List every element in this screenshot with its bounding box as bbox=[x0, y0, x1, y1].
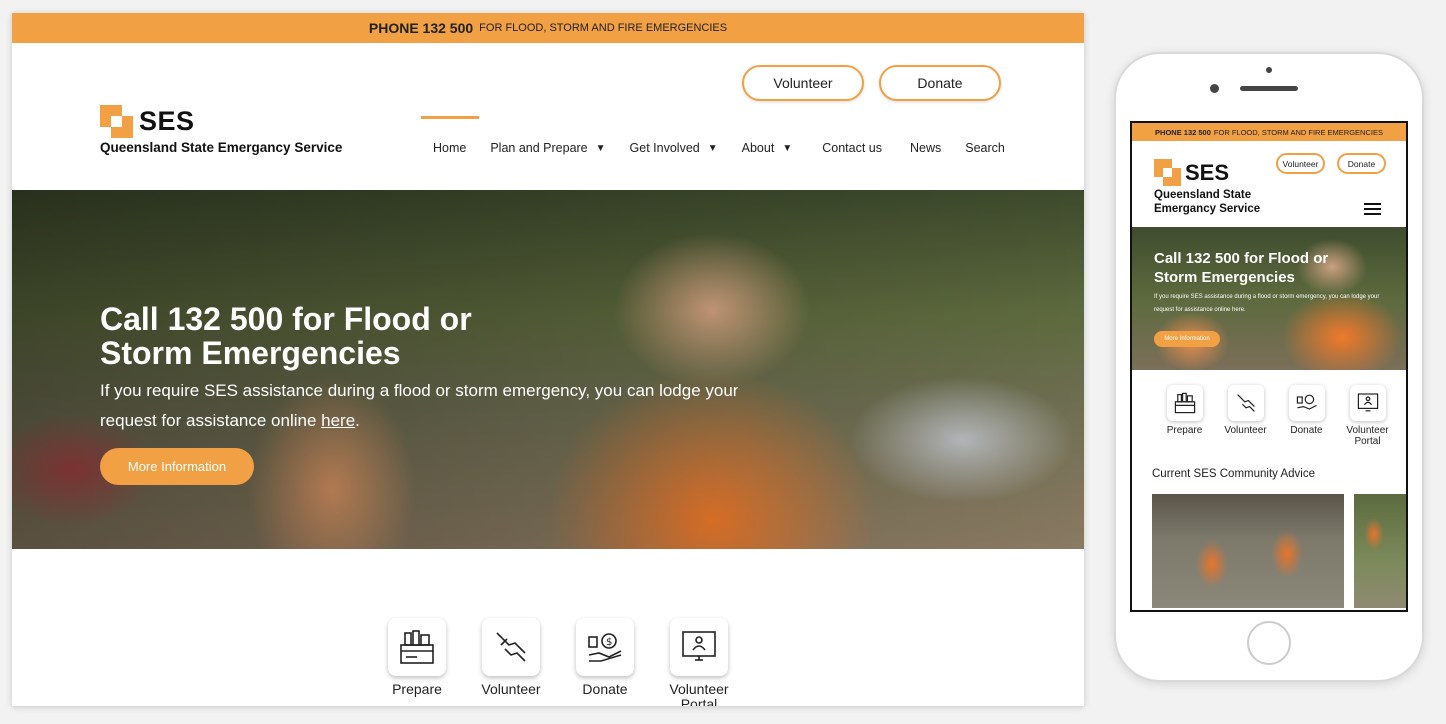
checker-logo-icon bbox=[1154, 159, 1181, 186]
caret-down-icon: ▼ bbox=[595, 142, 606, 154]
mobile-quick-link-prepare[interactable]: Prepare bbox=[1154, 385, 1215, 447]
logo-title: SES bbox=[139, 106, 195, 136]
site-logo[interactable]: SES Queensland State Emergancy Service bbox=[100, 105, 342, 155]
toolbox-icon bbox=[388, 618, 446, 676]
mobile-quick-link-label: Volunteer Portal bbox=[1346, 425, 1389, 447]
nav-home-label: Home bbox=[433, 141, 467, 155]
nav-contact-label: Contact us bbox=[822, 141, 882, 155]
mobile-quick-link-label: Donate bbox=[1290, 425, 1323, 436]
desktop-view: PHONE 132 500 FOR FLOOD, STORM AND FIRE … bbox=[12, 13, 1084, 706]
hero-here-link[interactable]: here bbox=[321, 411, 355, 430]
mobile-more-information-button[interactable]: More Information bbox=[1154, 331, 1220, 347]
nav-news-label: News bbox=[909, 141, 942, 155]
more-information-button[interactable]: More Information bbox=[100, 448, 254, 485]
quick-link-label: Volunteer Portal bbox=[669, 681, 729, 707]
quick-link-label: Prepare bbox=[392, 681, 442, 697]
helping-hands-icon bbox=[1227, 385, 1264, 421]
mobile-view: PHONE 132 500 FOR FLOOD, STORM AND FIRE … bbox=[1130, 121, 1408, 612]
mobile-emergency-phone[interactable]: PHONE 132 500 bbox=[1155, 128, 1211, 137]
nav-plan-label: Plan and Prepare bbox=[490, 141, 588, 155]
emergency-banner-text: FOR FLOOD, STORM AND FIRE EMERGENCIES bbox=[479, 22, 728, 34]
advice-card-image[interactable] bbox=[1152, 494, 1344, 608]
phone-sensor-icon bbox=[1266, 67, 1272, 73]
helping-hands-icon bbox=[482, 618, 540, 676]
main-nav: Home Plan and Prepare ▼ Get Involved ▼ Abo… bbox=[420, 116, 1029, 155]
community-advice-heading: Current SES Community Advice bbox=[1152, 468, 1315, 480]
donate-button[interactable]: Donate bbox=[879, 65, 1001, 101]
quick-link-volunteer-portal[interactable]: Volunteer Portal bbox=[652, 618, 746, 706]
nav-search[interactable]: Search bbox=[965, 141, 1005, 155]
emergency-banner: PHONE 132 500 FOR FLOOD, STORM AND FIRE … bbox=[12, 13, 1084, 43]
mobile-quick-link-label: Volunteer bbox=[1224, 425, 1267, 436]
nav-get-involved[interactable]: Get Involved ▼ bbox=[630, 141, 718, 155]
nav-contact[interactable]: Contact us bbox=[822, 141, 882, 155]
nav-about-label: About bbox=[741, 141, 775, 155]
mobile-quick-link-volunteer[interactable]: Volunteer bbox=[1215, 385, 1276, 447]
caret-down-icon: ▼ bbox=[782, 142, 793, 154]
mobile-logo[interactable]: SES Queensland State Emergancy Service bbox=[1154, 159, 1274, 216]
logo-subtitle: Queensland State Emergancy Service bbox=[100, 140, 343, 155]
mobile-emergency-banner: PHONE 132 500 FOR FLOOD, STORM AND FIRE … bbox=[1132, 123, 1406, 141]
mobile-quick-link-donate[interactable]: Donate bbox=[1276, 385, 1337, 447]
mobile-quick-links: Prepare Volunteer Donate Volunteer Porta… bbox=[1154, 385, 1398, 447]
quick-link-donate[interactable]: $ Donate bbox=[558, 618, 652, 706]
checker-logo-icon bbox=[100, 105, 133, 138]
nav-involved-label: Get Involved bbox=[629, 141, 700, 155]
phone-speaker-icon bbox=[1240, 86, 1298, 91]
portal-monitor-icon bbox=[1349, 385, 1386, 421]
nav-plan-and-prepare[interactable]: Plan and Prepare ▼ bbox=[490, 141, 605, 155]
donate-hand-icon: $ bbox=[576, 618, 634, 676]
mobile-header: SES Queensland State Emergancy Service V… bbox=[1132, 141, 1406, 227]
quick-link-label: Volunteer bbox=[481, 681, 541, 697]
mobile-donate-button[interactable]: Donate bbox=[1337, 153, 1386, 174]
donate-hand-icon bbox=[1288, 385, 1325, 421]
mobile-emergency-text: FOR FLOOD, STORM AND FIRE EMERGENCIES bbox=[1213, 127, 1383, 137]
toolbox-icon bbox=[1166, 385, 1203, 421]
nav-about[interactable]: About ▼ bbox=[742, 141, 793, 155]
mobile-quick-link-label: Prepare bbox=[1166, 425, 1203, 436]
nav-search-label: Search bbox=[965, 141, 1005, 155]
mobile-quick-link-volunteer-portal[interactable]: Volunteer Portal bbox=[1337, 385, 1398, 447]
quick-link-prepare[interactable]: Prepare bbox=[370, 618, 464, 706]
caret-down-icon: ▼ bbox=[707, 142, 718, 154]
mobile-hero-banner: Call 132 500 for Flood or Storm Emergenc… bbox=[1132, 227, 1406, 370]
quick-link-label: Donate bbox=[582, 681, 628, 697]
phone-camera-icon bbox=[1210, 84, 1219, 93]
hero-text: If you require SES assistance during a f… bbox=[100, 376, 790, 436]
hero-title: Call 132 500 for Flood or Storm Emergenc… bbox=[100, 301, 472, 371]
mobile-hero-text: If you require SES assistance during a f… bbox=[1154, 294, 1380, 313]
emergency-phone[interactable]: PHONE 132 500 bbox=[369, 20, 473, 36]
advice-card-image[interactable] bbox=[1354, 494, 1406, 608]
quick-links: Prepare Volunteer $ Donate Volunteer Por… bbox=[370, 618, 746, 706]
hero-text-after: . bbox=[355, 411, 360, 430]
quick-link-volunteer[interactable]: Volunteer bbox=[464, 618, 558, 706]
nav-news[interactable]: News bbox=[910, 141, 941, 155]
svg-text:$: $ bbox=[606, 637, 612, 648]
hero-text-before: If you require SES assistance during a f… bbox=[100, 381, 739, 430]
portal-monitor-icon bbox=[670, 618, 728, 676]
mobile-logo-subtitle: Queensland State Emergancy Service bbox=[1154, 189, 1261, 215]
mobile-hero-title: Call 132 500 for Flood or Storm Emergenc… bbox=[1154, 250, 1329, 286]
mobile-volunteer-button[interactable]: Volunteer bbox=[1276, 153, 1325, 174]
site-header: SES Queensland State Emergancy Service V… bbox=[12, 43, 1084, 190]
hero-banner: Call 132 500 for Flood or Storm Emergenc… bbox=[12, 190, 1084, 549]
mobile-logo-title: SES bbox=[1185, 159, 1230, 185]
hamburger-menu-icon[interactable] bbox=[1364, 203, 1381, 215]
volunteer-button[interactable]: Volunteer bbox=[742, 65, 864, 101]
phone-home-button[interactable] bbox=[1247, 621, 1291, 665]
nav-home[interactable]: Home bbox=[420, 116, 480, 155]
